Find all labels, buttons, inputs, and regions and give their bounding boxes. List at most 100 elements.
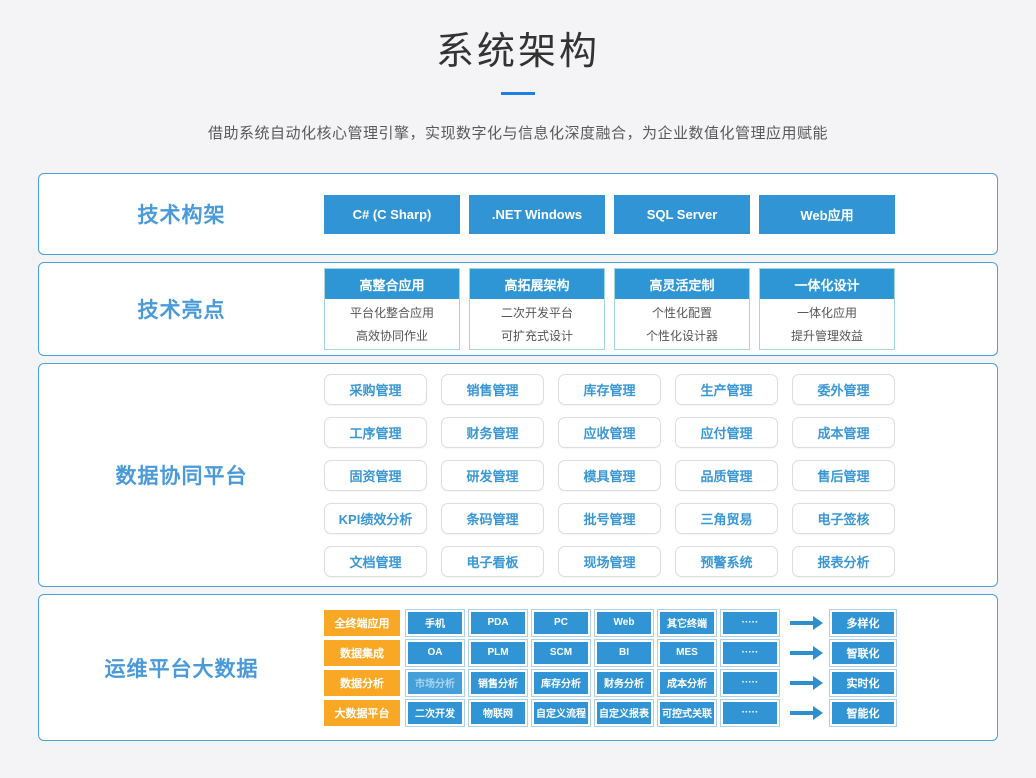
card-body: 一体化应用 提升管理效益 <box>760 299 894 348</box>
card-feature-line: 一体化应用 <box>760 302 894 325</box>
card-header: 高灵活定制 <box>615 269 749 299</box>
title-underline <box>501 92 535 95</box>
flow-row: 全终端应用 手机 PDA PC Web 其它终端 ····· 多样化 <box>324 610 896 636</box>
flow-cell[interactable]: 手机 <box>406 610 464 636</box>
section-tech-framework: 技术构架 C# (C Sharp) .NET Windows SQL Serve… <box>38 173 998 255</box>
category-tag[interactable]: 全终端应用 <box>324 610 400 636</box>
flow-cell[interactable]: 财务分析 <box>595 670 653 696</box>
module-chip[interactable]: 品质管理 <box>675 460 778 491</box>
card-feature-line: 可扩充式设计 <box>470 325 604 348</box>
highlight-card: 一体化设计 一体化应用 提升管理效益 <box>759 268 895 350</box>
module-chip[interactable]: 预警系统 <box>675 546 778 577</box>
flow-cell[interactable]: 自定义流程 <box>532 700 590 726</box>
module-grid-row: KPI绩效分析 条码管理 批号管理 三角贸易 电子签核 <box>324 503 895 534</box>
arrow-right-icon <box>790 621 814 625</box>
flow-cell[interactable]: 可控式关联 <box>658 700 716 726</box>
tech-stack-button[interactable]: C# (C Sharp) <box>324 195 460 234</box>
arrow-right-icon <box>790 651 814 655</box>
module-chip[interactable]: 电子签核 <box>792 503 895 534</box>
result-cell: 实时化 <box>830 670 896 696</box>
flow-cell-more: ····· <box>721 640 779 666</box>
module-chip[interactable]: 销售管理 <box>441 374 544 405</box>
section-label: 数据协同平台 <box>39 460 324 490</box>
flow-cell[interactable]: SCM <box>532 640 590 666</box>
module-chip[interactable]: 委外管理 <box>792 374 895 405</box>
flow-cell[interactable]: OA <box>406 640 464 666</box>
module-chip[interactable]: 工序管理 <box>324 417 427 448</box>
module-chip[interactable]: 文档管理 <box>324 546 427 577</box>
result-cell: 智联化 <box>830 640 896 666</box>
module-chip[interactable]: 采购管理 <box>324 374 427 405</box>
category-tag[interactable]: 数据集成 <box>324 640 400 666</box>
card-feature-line: 高效协同作业 <box>325 325 459 348</box>
module-chip[interactable]: 条码管理 <box>441 503 544 534</box>
card-body: 平台化整合应用 高效协同作业 <box>325 299 459 348</box>
tech-stack-button[interactable]: SQL Server <box>614 195 750 234</box>
card-feature-line: 个性化设计器 <box>615 325 749 348</box>
flow-cell[interactable]: 市场分析 <box>406 670 464 696</box>
card-feature-line: 平台化整合应用 <box>325 302 459 325</box>
flow-cell[interactable]: PDA <box>469 610 527 636</box>
arrow-right-icon <box>790 711 814 715</box>
flow-cell[interactable]: 其它终端 <box>658 610 716 636</box>
module-chip[interactable]: 三角贸易 <box>675 503 778 534</box>
module-chip[interactable]: 模具管理 <box>558 460 661 491</box>
section-data-platform: 数据协同平台 采购管理 销售管理 库存管理 生产管理 委外管理 工序管理 财务管… <box>38 363 998 587</box>
module-grid-row: 文档管理 电子看板 现场管理 预警系统 报表分析 <box>324 546 895 577</box>
page-subtitle: 借助系统自动化核心管理引擎，实现数字化与信息化深度融合，为企业数值化管理应用赋能 <box>0 122 1036 143</box>
highlight-card: 高拓展架构 二次开发平台 可扩充式设计 <box>469 268 605 350</box>
flow-cell[interactable]: PLM <box>469 640 527 666</box>
flow-cell[interactable]: 成本分析 <box>658 670 716 696</box>
module-chip[interactable]: 电子看板 <box>441 546 544 577</box>
flow-cell[interactable]: 库存分析 <box>532 670 590 696</box>
flow-diagram: 全终端应用 手机 PDA PC Web 其它终端 ····· 多样化 数据集成 … <box>324 610 896 726</box>
highlight-cards-row: 高整合应用 平台化整合应用 高效协同作业 高拓展架构 二次开发平台 可扩充式设计… <box>324 268 895 350</box>
flow-cell[interactable]: Web <box>595 610 653 636</box>
flow-cell-more: ····· <box>721 670 779 696</box>
flow-cell[interactable]: MES <box>658 640 716 666</box>
module-grid-row: 工序管理 财务管理 应收管理 应付管理 成本管理 <box>324 417 895 448</box>
category-tag[interactable]: 数据分析 <box>324 670 400 696</box>
module-chip[interactable]: 应付管理 <box>675 417 778 448</box>
category-tag[interactable]: 大数据平台 <box>324 700 400 726</box>
module-chip[interactable]: 售后管理 <box>792 460 895 491</box>
tech-stack-button[interactable]: Web应用 <box>759 195 895 234</box>
section-label: 技术构架 <box>39 199 324 229</box>
flow-cell[interactable]: BI <box>595 640 653 666</box>
arrow-right-icon <box>790 681 814 685</box>
module-chip[interactable]: 生产管理 <box>675 374 778 405</box>
flow-cell[interactable]: 自定义报表 <box>595 700 653 726</box>
module-chip[interactable]: 应收管理 <box>558 417 661 448</box>
module-chip[interactable]: 固资管理 <box>324 460 427 491</box>
flow-row: 大数据平台 二次开发 物联网 自定义流程 自定义报表 可控式关联 ····· 智… <box>324 700 896 726</box>
flow-cell-more: ····· <box>721 700 779 726</box>
module-chip[interactable]: 批号管理 <box>558 503 661 534</box>
module-grid-row: 采购管理 销售管理 库存管理 生产管理 委外管理 <box>324 374 895 405</box>
card-feature-line: 个性化配置 <box>615 302 749 325</box>
module-chip[interactable]: 研发管理 <box>441 460 544 491</box>
module-chip[interactable]: 成本管理 <box>792 417 895 448</box>
module-chip[interactable]: KPI绩效分析 <box>324 503 427 534</box>
result-cell: 多样化 <box>830 610 896 636</box>
flow-cell[interactable]: PC <box>532 610 590 636</box>
card-feature-line: 提升管理效益 <box>760 325 894 348</box>
module-chip[interactable]: 现场管理 <box>558 546 661 577</box>
flow-cell[interactable]: 物联网 <box>469 700 527 726</box>
card-feature-line: 二次开发平台 <box>470 302 604 325</box>
section-tech-highlights: 技术亮点 高整合应用 平台化整合应用 高效协同作业 高拓展架构 二次开发平台 可… <box>38 262 998 356</box>
module-chip[interactable]: 财务管理 <box>441 417 544 448</box>
flow-row: 数据集成 OA PLM SCM BI MES ····· 智联化 <box>324 640 896 666</box>
highlight-card: 高整合应用 平台化整合应用 高效协同作业 <box>324 268 460 350</box>
section-label: 运维平台大数据 <box>39 653 324 683</box>
tech-stack-button[interactable]: .NET Windows <box>469 195 605 234</box>
highlight-card: 高灵活定制 个性化配置 个性化设计器 <box>614 268 750 350</box>
card-header: 高拓展架构 <box>470 269 604 299</box>
page-title: 系统架构 <box>0 20 1036 75</box>
module-chip[interactable]: 库存管理 <box>558 374 661 405</box>
module-chip[interactable]: 报表分析 <box>792 546 895 577</box>
card-body: 个性化配置 个性化设计器 <box>615 299 749 348</box>
module-grid: 采购管理 销售管理 库存管理 生产管理 委外管理 工序管理 财务管理 应收管理 … <box>324 374 895 577</box>
flow-cell[interactable]: 二次开发 <box>406 700 464 726</box>
flow-cell[interactable]: 销售分析 <box>469 670 527 696</box>
sections-container: 技术构架 C# (C Sharp) .NET Windows SQL Serve… <box>38 173 998 741</box>
